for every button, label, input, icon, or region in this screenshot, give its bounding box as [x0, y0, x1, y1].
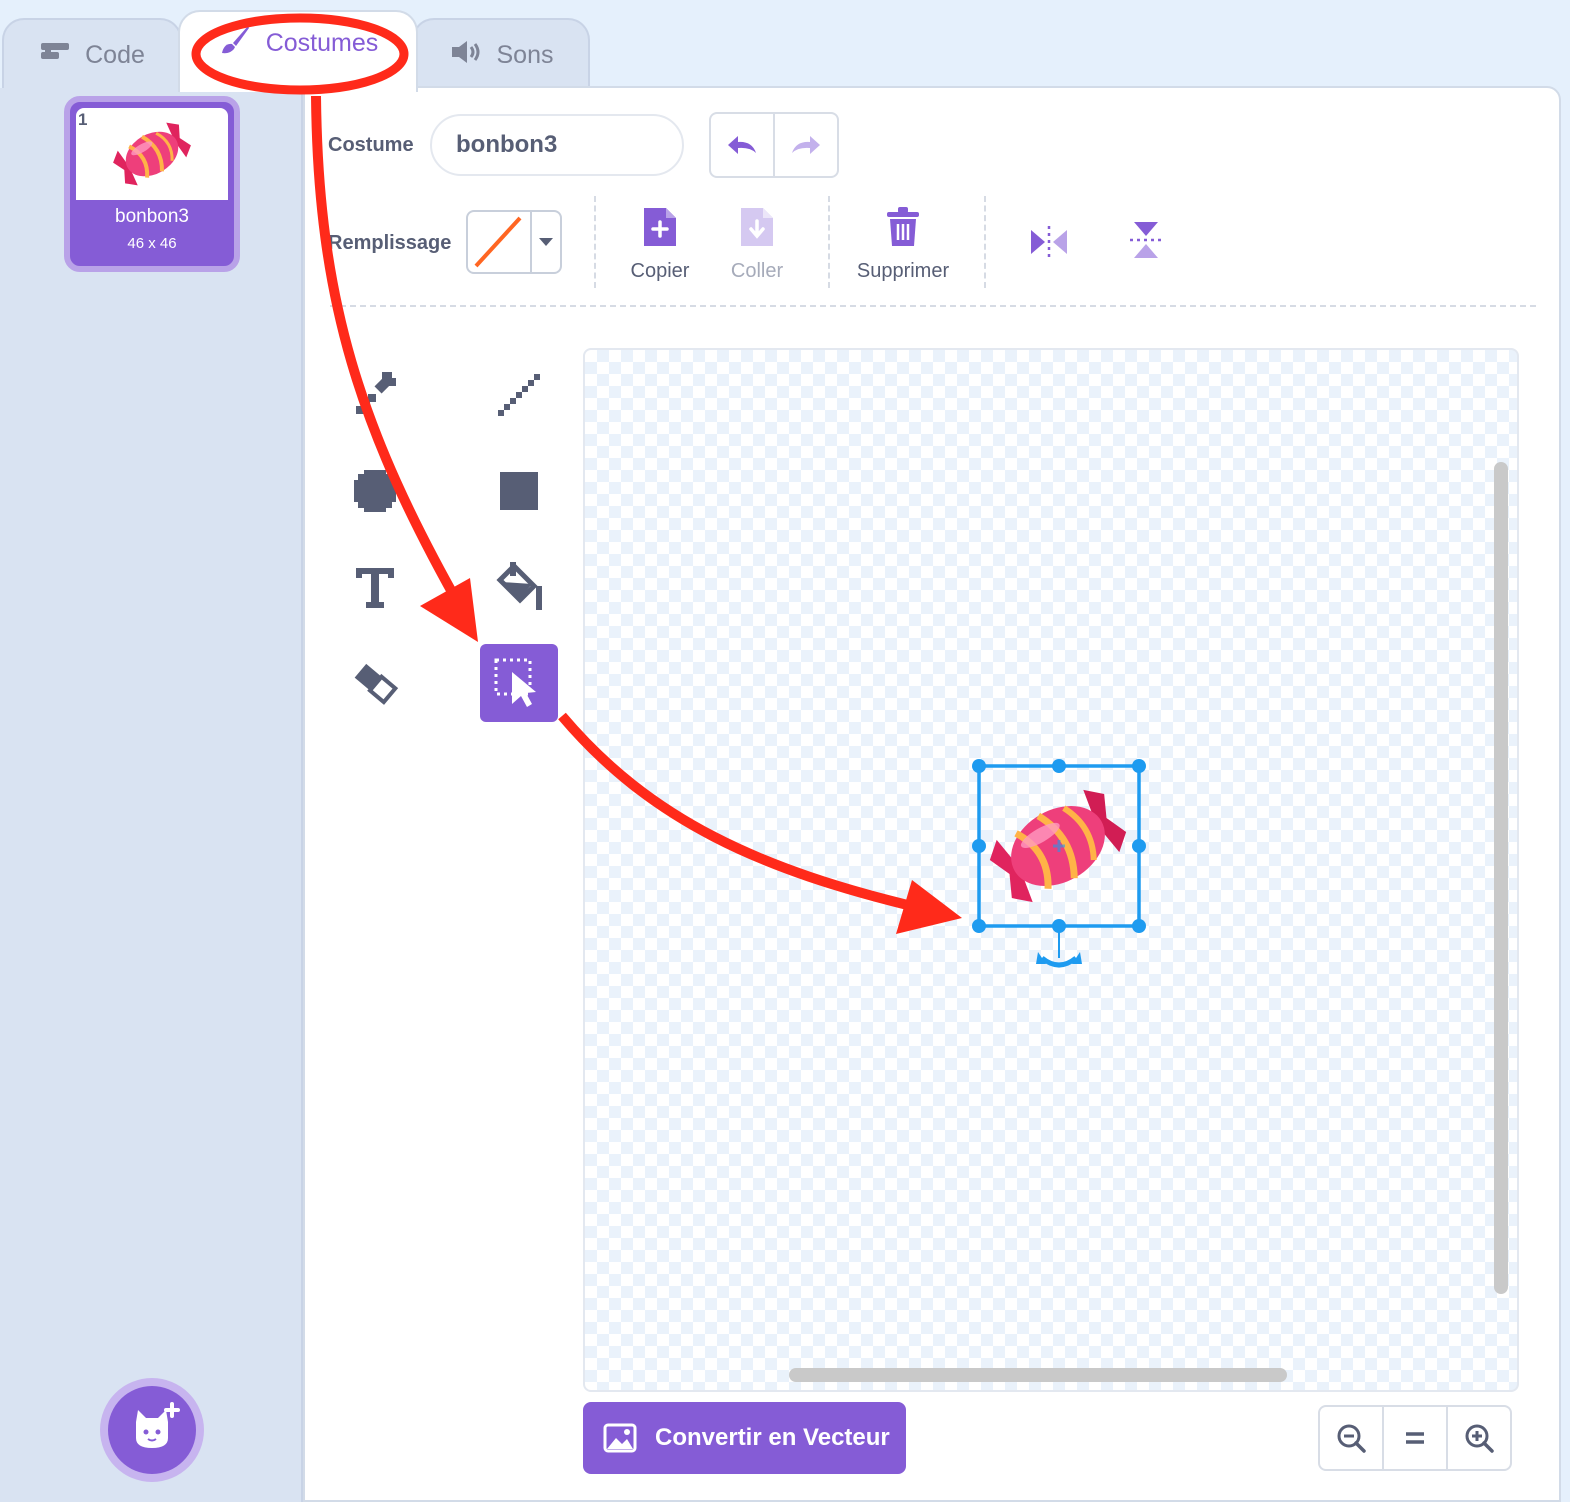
- costume-list-sidebar: [0, 88, 303, 1502]
- fill-label: Remplissage: [328, 232, 452, 254]
- convert-button-label: Convertir en Vecteur: [655, 1424, 890, 1451]
- vertical-scrollbar[interactable]: [1494, 462, 1508, 1294]
- rectangle-tool[interactable]: [480, 452, 558, 530]
- costume-size: 46 x 46: [127, 235, 177, 252]
- copy-button[interactable]: Copier: [622, 206, 698, 283]
- trash-icon: [887, 207, 919, 246]
- flip-vertical-button[interactable]: [1124, 218, 1168, 268]
- eraser-tool[interactable]: [336, 644, 414, 722]
- candy-sprite[interactable]: [960, 750, 1160, 980]
- chevron-down-icon: [532, 212, 560, 272]
- undo-button[interactable]: [711, 114, 773, 176]
- tab-code[interactable]: Code: [2, 18, 182, 90]
- zoom-reset-button[interactable]: [1382, 1407, 1446, 1469]
- paste-icon: [741, 208, 773, 246]
- undo-icon: [728, 136, 756, 154]
- toolbar-divider: [594, 196, 596, 288]
- tab-sons[interactable]: Sons: [412, 18, 590, 90]
- copy-icon: [644, 208, 676, 246]
- horizontal-scrollbar[interactable]: [789, 1368, 1287, 1382]
- zoom-in-button[interactable]: [1446, 1407, 1510, 1469]
- tab-label: Code: [85, 40, 145, 69]
- code-blocks-icon: [39, 40, 71, 71]
- redo-button[interactable]: [773, 114, 837, 176]
- costume-item[interactable]: 1 bonbon3 46 x 46: [64, 96, 240, 272]
- equals-icon: [1406, 1432, 1424, 1444]
- paintbrush-icon: [218, 23, 252, 64]
- tab-label: Costumes: [265, 28, 379, 57]
- tab-costumes[interactable]: Costumes: [178, 10, 418, 92]
- cat-plus-icon: [136, 1402, 180, 1448]
- line-tool[interactable]: [480, 356, 558, 434]
- toolbar-separator: [330, 305, 1536, 307]
- fill-color-picker[interactable]: [466, 210, 562, 274]
- undo-redo-group: [709, 112, 839, 178]
- costume-thumbnail: [76, 108, 228, 200]
- image-icon: [603, 1423, 637, 1453]
- costume-name: bonbon3: [115, 206, 189, 227]
- costume-number: 1: [78, 110, 88, 129]
- zoom-in-icon: [1465, 1424, 1494, 1453]
- convert-to-vector-button[interactable]: Convertir en Vecteur: [583, 1402, 906, 1474]
- flip-horizontal-icon: [1031, 226, 1067, 258]
- speaker-icon: [449, 39, 483, 72]
- brush-tool[interactable]: [336, 356, 414, 434]
- flip-horizontal-button[interactable]: [1026, 222, 1072, 268]
- costume-name-input[interactable]: bonbon3: [430, 114, 684, 176]
- redo-icon: [792, 136, 820, 154]
- circle-icon: [354, 470, 396, 512]
- delete-button[interactable]: Supprimer: [852, 206, 954, 283]
- costume-name-label: Costume: [328, 134, 414, 156]
- select-tool[interactable]: [480, 644, 558, 722]
- fill-bucket-icon: [496, 562, 542, 610]
- line-icon: [498, 374, 540, 416]
- tab-label: Sons: [496, 40, 554, 69]
- eraser-icon: [354, 663, 399, 705]
- toolbar-divider: [828, 196, 830, 288]
- zoom-out-button[interactable]: [1320, 1407, 1382, 1469]
- zoom-out-icon: [1337, 1424, 1366, 1453]
- add-costume-button[interactable]: [100, 1378, 204, 1482]
- zoom-controls: [1318, 1405, 1512, 1471]
- text-tool[interactable]: [336, 548, 414, 626]
- brush-icon: [356, 372, 396, 414]
- toolbar-divider: [984, 196, 986, 288]
- circle-tool[interactable]: [336, 452, 414, 530]
- paste-button[interactable]: Coller: [720, 206, 794, 283]
- no-fill-swatch: [468, 212, 532, 272]
- select-cursor-icon: [494, 658, 536, 707]
- text-icon: [356, 568, 394, 608]
- fill-tool[interactable]: [480, 548, 558, 626]
- flip-vertical-icon: [1130, 222, 1162, 258]
- rectangle-icon: [500, 472, 538, 510]
